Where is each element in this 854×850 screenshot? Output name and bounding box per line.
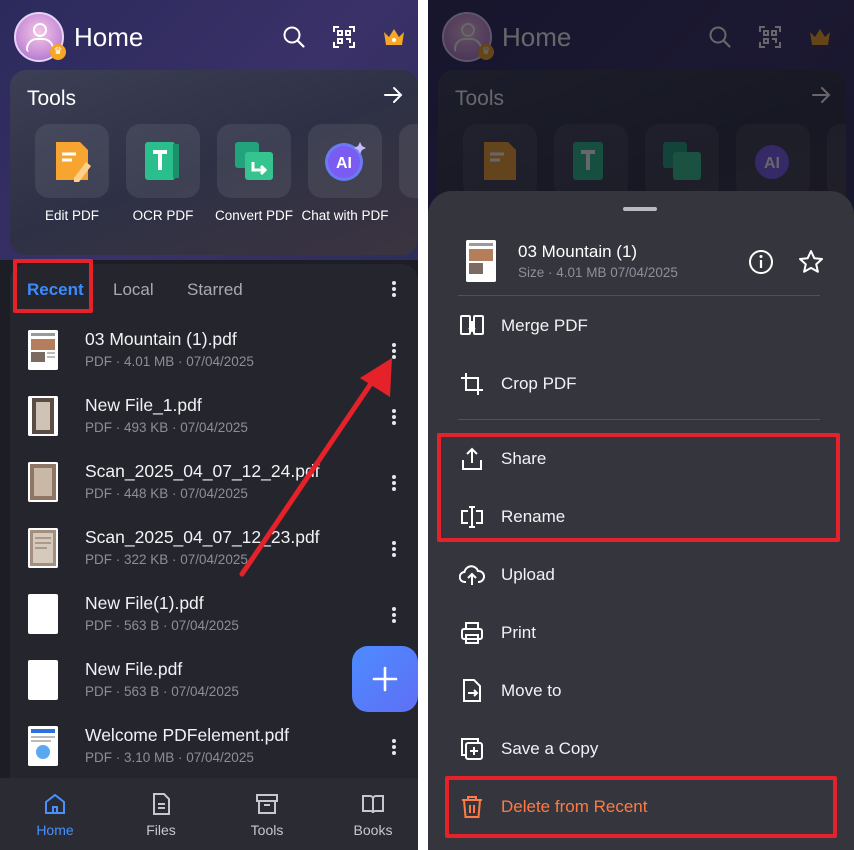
menu-upload[interactable]: Upload (428, 550, 854, 600)
save-copy-icon (461, 738, 483, 760)
file-thumbnail (466, 240, 496, 282)
print-icon (461, 622, 483, 644)
book-icon (362, 795, 384, 814)
nav-tools[interactable]: Tools (215, 778, 319, 850)
nav-home[interactable]: Home (3, 778, 107, 850)
merge-icon (460, 315, 484, 335)
drag-handle[interactable] (623, 207, 657, 211)
nav-files[interactable]: Files (109, 778, 213, 850)
menu-move-to[interactable]: Move to (428, 666, 854, 716)
home-icon (45, 793, 65, 814)
nav-books[interactable]: Books (321, 778, 418, 850)
move-to-icon (463, 679, 481, 702)
menu-print[interactable]: Print (428, 608, 854, 658)
file-options-screen: ♛ Home Tools AI (428, 0, 854, 850)
sheet-file-name: 03 Mountain (1) (518, 242, 638, 261)
highlight-delete (445, 776, 837, 838)
info-icon[interactable] (748, 249, 774, 275)
annotation-arrow (239, 358, 392, 577)
menu-merge-pdf[interactable]: Merge PDF (428, 301, 854, 351)
menu-crop-pdf[interactable]: Crop PDF (428, 359, 854, 409)
star-icon[interactable] (797, 248, 825, 276)
bottom-nav: Home Files Tools Books (0, 778, 418, 850)
file-icon (153, 793, 170, 815)
highlight-share-rename (437, 433, 840, 542)
cloud-upload-icon (459, 565, 485, 585)
toolbox-icon (256, 794, 278, 814)
crop-icon (461, 373, 483, 395)
home-screen: ♛ Home Tools Edit PDF OCR PDF Convert PD… (0, 0, 418, 850)
sheet-file-meta: Size · 4.01 MB 07/04/2025 (518, 265, 678, 280)
menu-save-a-copy[interactable]: Save a Copy (428, 724, 854, 774)
